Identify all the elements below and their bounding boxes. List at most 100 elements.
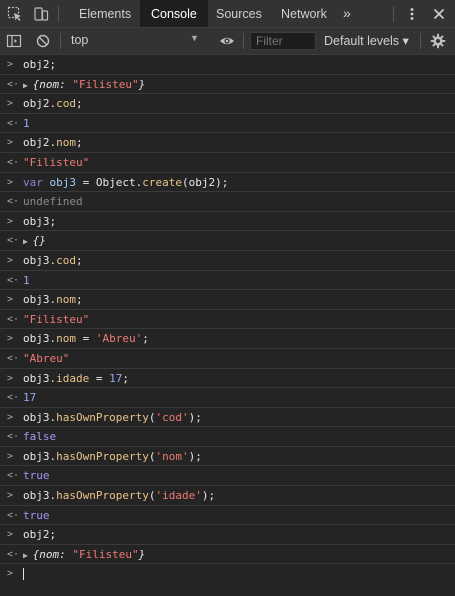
show-sidebar-icon[interactable] — [6, 33, 22, 49]
input-prompt-icon: > — [7, 411, 14, 423]
code-token: undefined — [23, 195, 83, 209]
console-result-line: <· 1 — [0, 114, 455, 134]
code-token: hasOwnProperty — [56, 489, 149, 503]
result-arrow-icon: <· — [7, 274, 20, 286]
device-toolbar-icon[interactable] — [33, 6, 49, 22]
code-token: ; — [122, 371, 129, 385]
close-icon[interactable] — [431, 6, 447, 22]
console-toolbar: top ▼ Default levels ▾ — [0, 28, 455, 55]
console-result-line: <· "Filisteu" — [0, 310, 455, 330]
tab-network[interactable]: Network — [270, 0, 338, 27]
console-input-line: > var obj3 = Object.create(obj2); — [0, 173, 455, 193]
input-prompt-icon: > — [7, 59, 14, 70]
clear-console-icon[interactable] — [35, 33, 51, 49]
code-token: obj3; — [23, 214, 57, 228]
filter-input[interactable] — [250, 32, 316, 50]
console-result-line: <· "Abreu" — [0, 349, 455, 369]
console-input-line: > obj2.nom; — [0, 133, 455, 153]
code-token: obj2. — [23, 97, 57, 111]
code-token: ; — [76, 293, 83, 307]
input-prompt-icon: > — [7, 176, 14, 188]
code-token: nom — [56, 136, 76, 150]
code-token: 17 — [109, 371, 123, 385]
input-prompt-icon: > — [7, 98, 14, 110]
chevron-down-icon[interactable]: ▼ — [190, 33, 199, 43]
console-input-line: > obj3.hasOwnProperty('cod'); — [0, 408, 455, 428]
code-token: ); — [188, 410, 202, 424]
code-token: 1 — [23, 116, 30, 130]
console-result-line[interactable]: <· ▶ {nom: "Filisteu"} — [0, 545, 455, 565]
console-result-line: <· "Filisteu" — [0, 153, 455, 173]
toolbar-divider — [420, 33, 421, 49]
result-arrow-icon: <· — [7, 392, 20, 404]
console-input-line: > obj2; — [0, 55, 455, 75]
code-token: (obj2); — [181, 175, 229, 189]
code-token: "Abreu" — [23, 351, 70, 365]
code-token: "Filisteu" — [72, 547, 139, 561]
code-token: } — [138, 547, 146, 561]
settings-gear-icon[interactable] — [430, 33, 446, 49]
code-token: obj3. — [23, 371, 57, 385]
code-token: create — [142, 175, 182, 189]
code-token: 'cod' — [155, 410, 189, 424]
input-prompt-icon: > — [7, 333, 14, 345]
result-arrow-icon: <· — [7, 196, 20, 208]
input-prompt-icon: > — [7, 372, 14, 384]
code-token: {} — [32, 234, 46, 248]
result-arrow-icon: <· — [7, 470, 20, 482]
code-token: {nom: — [32, 547, 73, 561]
console-result-line: <· true — [0, 506, 455, 526]
input-prompt-icon: > — [7, 490, 14, 502]
code-token: ; — [76, 253, 83, 267]
result-arrow-icon: <· — [7, 78, 20, 90]
console-input-line: > obj3.hasOwnProperty('idade'); — [0, 486, 455, 506]
console-result-line: <· true — [0, 466, 455, 487]
code-token: ); — [201, 489, 216, 503]
expand-triangle-icon[interactable]: ▶ — [23, 551, 33, 560]
result-arrow-icon: <· — [7, 352, 20, 364]
toolbar-divider — [58, 6, 59, 22]
console-result-line[interactable]: <· ▶ {nom: "Filisteu"} — [0, 75, 455, 95]
code-token: false — [23, 430, 57, 444]
input-prompt-icon: > — [7, 254, 14, 266]
context-selector[interactable]: top — [71, 33, 88, 47]
code-token: 17 — [23, 391, 37, 405]
inspect-element-icon[interactable] — [7, 6, 23, 22]
code-token: obj3 — [49, 175, 77, 189]
tab-sources[interactable]: Sources — [205, 0, 273, 27]
console-result-line: <· undefined — [0, 192, 455, 212]
input-prompt-icon: > — [7, 137, 14, 149]
code-token: "Filisteu" — [23, 312, 90, 326]
kebab-menu-icon[interactable] — [404, 6, 420, 22]
code-token: 'Abreu' — [95, 332, 143, 346]
code-token: = — [76, 332, 96, 346]
code-token: ; — [76, 97, 83, 111]
toolbar-divider — [60, 33, 61, 49]
code-token: {nom: — [32, 77, 73, 91]
log-levels-dropdown[interactable]: Default levels ▾ — [324, 33, 409, 48]
console-input-line: > obj3.idade = 17; — [0, 369, 455, 389]
code-token: 'nom' — [155, 449, 189, 463]
expand-triangle-icon[interactable]: ▶ — [23, 237, 33, 246]
code-token: obj3. — [23, 489, 57, 503]
console-result-line: <· 1 — [0, 271, 455, 291]
toolbar-divider — [243, 33, 244, 49]
tab-elements[interactable]: Elements — [68, 0, 142, 27]
code-token: ; — [76, 136, 83, 150]
tab-console[interactable]: Console — [140, 0, 208, 27]
code-token: nom — [56, 332, 76, 346]
more-tabs-icon[interactable]: » — [343, 6, 359, 22]
code-token: hasOwnProperty — [56, 410, 149, 424]
text-caret — [23, 568, 24, 581]
code-token: true — [23, 469, 50, 483]
code-token: obj3. — [23, 293, 57, 307]
result-arrow-icon: <· — [7, 235, 20, 247]
console-prompt[interactable]: > — [0, 564, 455, 584]
console-result-line[interactable]: <· ▶ {} — [0, 231, 455, 251]
eye-icon[interactable] — [219, 33, 235, 49]
expand-triangle-icon[interactable]: ▶ — [23, 81, 33, 90]
input-prompt-icon: > — [7, 568, 14, 580]
console-input-line: > obj2; — [0, 525, 455, 545]
code-token: obj3. — [23, 332, 57, 346]
console-input-line: > obj3.nom; — [0, 290, 455, 310]
